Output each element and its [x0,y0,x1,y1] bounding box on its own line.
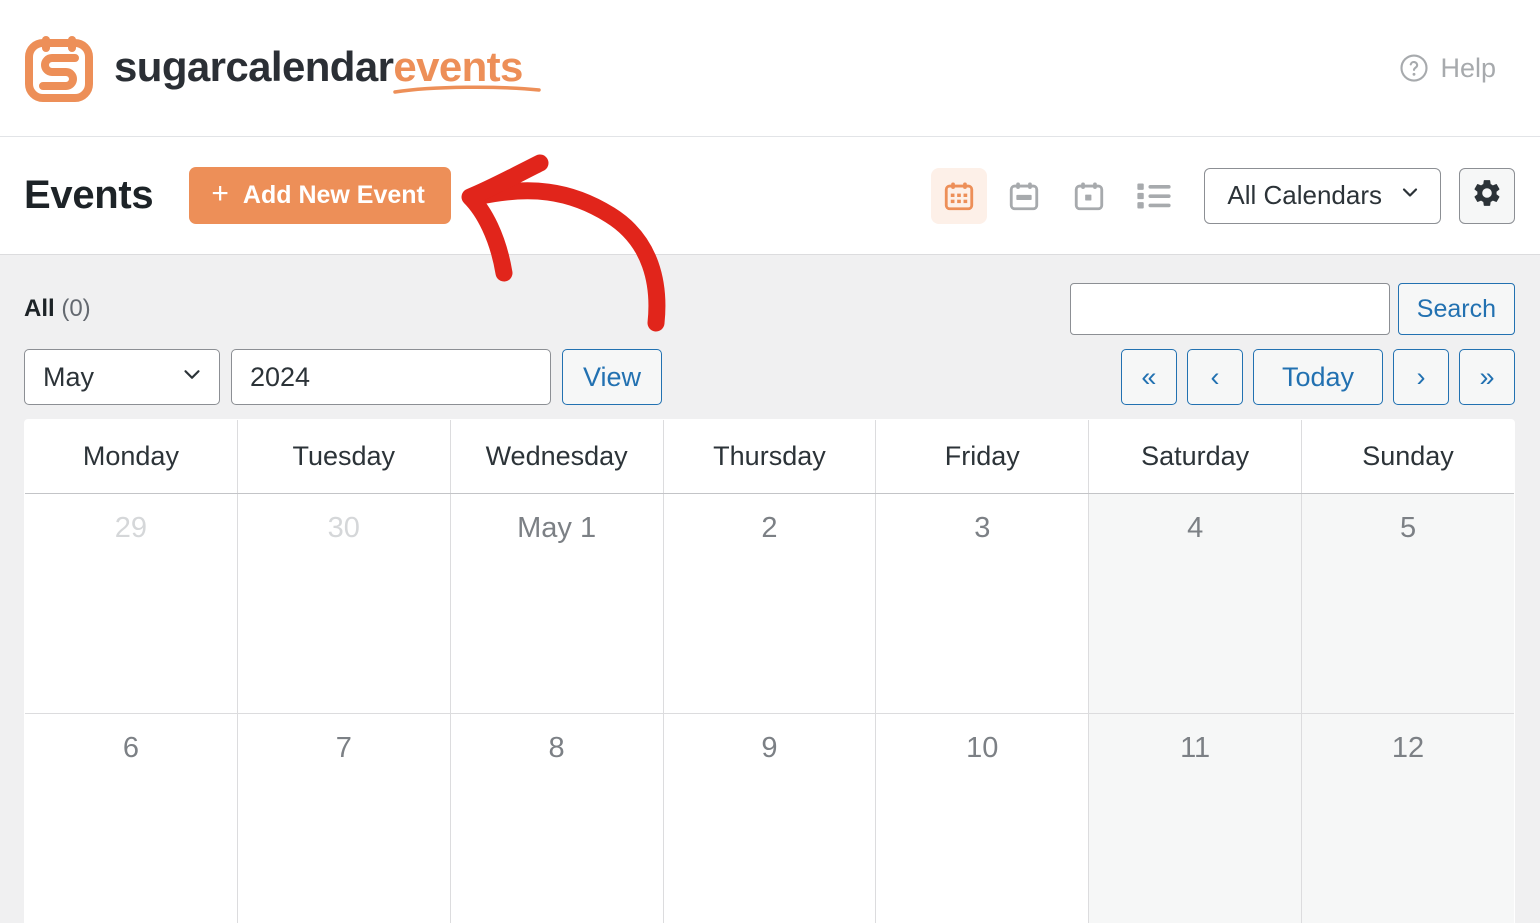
calendar-filter-value: All Calendars [1227,180,1382,210]
pager-first-button[interactable]: « [1120,349,1177,405]
weekday-header-sunday: Sunday [1301,420,1514,494]
calendar-day-number: 5 [1399,512,1417,544]
question-circle-icon [1399,53,1429,83]
brand-header: sugarcalendarevents Help [0,0,1540,137]
calendar-day-cell[interactable]: May 1 [450,493,664,714]
search-button[interactable]: Search [1397,283,1515,335]
calendar-day-cell[interactable]: 7 [237,713,451,923]
calendar-day-number: 12 [1391,732,1425,764]
pager-today-button[interactable]: Today [1252,349,1383,405]
calendar-day-cell[interactable]: 4 [1088,493,1303,714]
calendar-day-number: 30 [327,512,360,544]
view-mode-switcher [931,167,1182,224]
month-calendar-table: Monday Tuesday Wednesday Thursday Friday Satu… [24,419,1515,923]
pager-next-button[interactable]: › [1393,349,1449,405]
filter-all-link[interactable]: All [24,295,55,322]
calendar-week-row: 29 30 May 1 2 3 4 5 [25,493,1514,714]
calendar-day-number: 10 [966,732,999,764]
brand-logo[interactable]: sugarcalendarevents [24,33,542,103]
calendar-day-number: 3 [974,512,991,544]
calendar-day-cell[interactable]: 6 [25,713,238,923]
calendar-day-number: May 1 [517,512,597,544]
events-toolbar: Events + Add New Event All Calendars [0,137,1540,255]
help-link[interactable]: Help [1399,53,1496,84]
month-select[interactable]: May [24,349,220,405]
calendar-day-number: 2 [761,512,778,544]
calendar-day-cell[interactable]: 3 [875,493,1090,714]
calendar-day-cell[interactable]: 2 [663,493,877,714]
calendar-day-cell[interactable]: 11 [1088,713,1303,923]
chevron-down-icon [1398,180,1422,211]
calendar-grid-wrapper: Monday Tuesday Wednesday Thursday Friday Satu… [0,419,1540,923]
view-button[interactable]: View [562,349,663,405]
weekday-header-friday: Friday [875,420,1090,494]
weekday-header-wednesday: Wednesday [450,420,664,494]
calendar-day-number: 8 [548,732,565,764]
brand-name-accent: events [393,42,523,90]
pager-prev-button[interactable]: ‹ [1186,349,1243,405]
brand-name-primary: sugarcalendar [114,42,394,90]
sugar-calendar-logo-icon [24,33,94,103]
add-new-event-button[interactable]: + Add New Event [189,167,451,224]
calendar-day-cell[interactable]: 5 [1301,493,1514,714]
brand-wordmark: sugarcalendarevents [114,42,542,94]
calendar-day-cell[interactable]: 8 [450,713,664,923]
pager-last-button[interactable]: » [1459,349,1515,405]
calendar-day-cell[interactable]: 12 [1301,713,1514,923]
settings-gear-button[interactable] [1459,167,1515,224]
year-input[interactable] [231,349,551,405]
month-view-icon[interactable] [931,167,988,224]
calendar-day-number: 11 [1180,732,1211,764]
calendar-day-number: 6 [122,732,139,764]
help-label: Help [1440,52,1496,83]
calendar-day-cell[interactable]: 9 [663,713,877,923]
calendar-filter-select[interactable]: All Calendars [1204,167,1441,224]
filter-search-row: All (0) Search [0,255,1540,335]
month-select-value: May [43,361,95,392]
calendar-day-number: 9 [761,732,778,764]
search-box: Search [1069,283,1515,335]
weekday-header-saturday: Saturday [1088,420,1303,494]
add-new-event-label: Add New Event [242,180,425,209]
calendar-day-number: 4 [1187,512,1204,544]
search-input[interactable] [1069,283,1390,335]
plus-icon: + [211,177,229,210]
calendar-day-number: 7 [335,732,352,764]
calendar-weekday-header-row: Monday Tuesday Wednesday Thursday Friday Satu… [25,420,1514,494]
calendar-pager: « ‹ Today › » [1120,349,1515,405]
status-filter-list: All (0) [24,283,91,323]
calendar-day-number: 29 [114,512,148,544]
week-view-icon[interactable] [996,168,1052,224]
filter-all-count: (0) [61,295,91,322]
weekday-header-thursday: Thursday [663,420,877,494]
sugar-calendar-events-page: sugarcalendarevents Help Events + Add Ne… [0,0,1540,923]
list-view-icon[interactable] [1126,168,1182,224]
calendar-day-cell[interactable]: 30 [237,493,451,714]
calendar-day-cell[interactable]: 10 [875,713,1090,923]
page-title: Events [24,173,154,217]
calendar-week-row: 6 7 8 9 10 11 12 [25,713,1514,923]
weekday-header-tuesday: Tuesday [237,420,451,494]
weekday-header-monday: Monday [25,420,238,494]
calendar-day-cell[interactable]: 29 [25,493,238,714]
gear-icon [1471,177,1503,214]
day-view-icon[interactable] [1061,168,1117,224]
calendar-nav-row: May View « ‹ Today › » [0,335,1540,419]
chevron-down-icon [179,361,205,394]
